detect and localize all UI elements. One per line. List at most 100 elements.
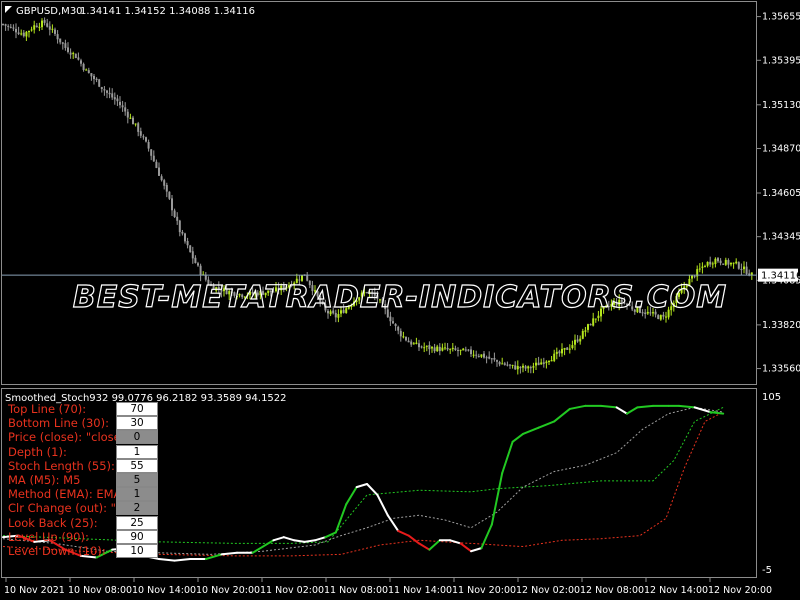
candle-body xyxy=(727,260,730,265)
candle-body xyxy=(509,364,511,366)
candle-body xyxy=(506,364,509,366)
candle-body xyxy=(389,316,392,322)
candle-body xyxy=(464,349,467,351)
candle-body xyxy=(139,131,142,136)
time-label: 10 Nov 2021 xyxy=(4,585,65,596)
stoch-main-segment xyxy=(355,483,368,489)
candle-body xyxy=(38,26,41,28)
param-label: Method (EMA): EMA xyxy=(8,487,122,502)
price-tick-label: 1.34605 xyxy=(762,188,800,199)
candle-body xyxy=(732,262,735,264)
price-tick-label: 1.33560 xyxy=(762,364,800,375)
candle-body xyxy=(576,339,579,342)
candle-body xyxy=(566,347,569,350)
candle-body xyxy=(561,348,563,354)
candle-body xyxy=(501,363,504,365)
candle-body xyxy=(555,351,558,354)
candle-body xyxy=(145,137,147,142)
param-value-field[interactable]: 5 xyxy=(116,472,158,487)
candle-body xyxy=(709,261,712,265)
param-value-field[interactable]: 2 xyxy=(116,501,158,516)
candle-body xyxy=(173,210,176,217)
candle-body xyxy=(199,265,202,276)
stoch-main-segment xyxy=(600,404,618,409)
candles-group xyxy=(2,17,753,375)
watermark: BEST-METATRADER-INDICATORS.COM xyxy=(73,280,727,315)
candle-body xyxy=(470,349,472,355)
candle-body xyxy=(467,349,470,351)
param-value-field[interactable]: 1 xyxy=(116,444,158,459)
candle-body xyxy=(542,362,545,364)
candle-body xyxy=(93,75,95,80)
candle-body xyxy=(433,347,436,352)
candle-body xyxy=(735,261,738,264)
stoch-main-segment xyxy=(397,529,410,537)
candle-body xyxy=(178,220,181,233)
stoch-main-segment xyxy=(678,404,696,409)
symbol-label: GBPUSD,M30 xyxy=(16,6,83,17)
candle-body xyxy=(7,25,10,27)
candle-body xyxy=(54,29,56,34)
candle-body xyxy=(524,366,527,369)
candle-body xyxy=(724,259,727,265)
candle-body xyxy=(558,351,561,354)
candle-body xyxy=(124,107,127,112)
param-value-field[interactable]: 90 xyxy=(116,529,158,544)
candle-body xyxy=(665,316,667,318)
param-value-field[interactable]: 55 xyxy=(116,458,158,473)
candle-body xyxy=(168,191,171,199)
candle-body xyxy=(33,25,36,30)
param-value-field[interactable]: 30 xyxy=(116,416,158,431)
candle-body xyxy=(80,60,82,64)
candle-body xyxy=(103,89,106,91)
stoch-main-segment xyxy=(522,426,540,435)
candle-body xyxy=(587,324,589,330)
param-value-field[interactable]: 10 xyxy=(116,543,158,558)
stoch-main-segment xyxy=(470,547,483,553)
candle-body xyxy=(67,47,69,52)
candle-body xyxy=(137,123,140,132)
candle-body xyxy=(737,262,740,269)
price-tick-label: 1.33820 xyxy=(762,320,800,331)
candle-body xyxy=(98,79,101,87)
candle-body xyxy=(147,141,150,149)
stoch-main-segment xyxy=(386,514,400,532)
candle-body xyxy=(28,30,30,33)
candle-body xyxy=(90,73,93,77)
param-label: Top Line (70): xyxy=(8,402,87,416)
candle-body xyxy=(77,57,80,60)
candle-body xyxy=(698,268,701,270)
stoch-main-segment xyxy=(511,432,524,443)
candle-body xyxy=(132,117,134,125)
param-label: Level Up (90): xyxy=(8,529,89,544)
candle-body xyxy=(719,260,722,264)
candle-body xyxy=(415,342,418,344)
candle-body xyxy=(537,362,540,366)
candle-body xyxy=(129,117,132,119)
candle-body xyxy=(704,266,706,268)
candle-body xyxy=(41,20,43,28)
param-value-field[interactable]: 25 xyxy=(116,515,158,530)
candle-body xyxy=(571,345,574,349)
candle-body xyxy=(545,361,548,364)
param-value-field[interactable]: 0 xyxy=(116,430,158,445)
param-value-field[interactable]: 70 xyxy=(116,402,158,416)
candle-body xyxy=(480,354,483,357)
stoch-main-segment xyxy=(282,536,296,542)
param-value-field[interactable]: 1 xyxy=(116,487,158,502)
candle-body xyxy=(597,315,600,319)
time-label: 12 Nov 14:00 xyxy=(644,585,708,596)
candle-body xyxy=(706,261,709,266)
stoch-main-segment xyxy=(626,406,639,415)
price-axis: 1.35655 1.35395 1.35130 1.34870 1.34605 1.343… xyxy=(757,12,800,375)
candle-body xyxy=(488,356,491,359)
candle-body xyxy=(108,92,111,95)
stoch-main-segment xyxy=(324,531,337,539)
chart-arrow-icon xyxy=(5,6,12,13)
stoch-main-segment xyxy=(568,404,587,410)
stoch-main-segment xyxy=(537,420,556,429)
stoch-main-segment xyxy=(334,503,348,534)
param-label: Stoch Length (55): xyxy=(8,458,115,473)
candle-body xyxy=(691,275,693,279)
candle-body xyxy=(46,23,49,27)
